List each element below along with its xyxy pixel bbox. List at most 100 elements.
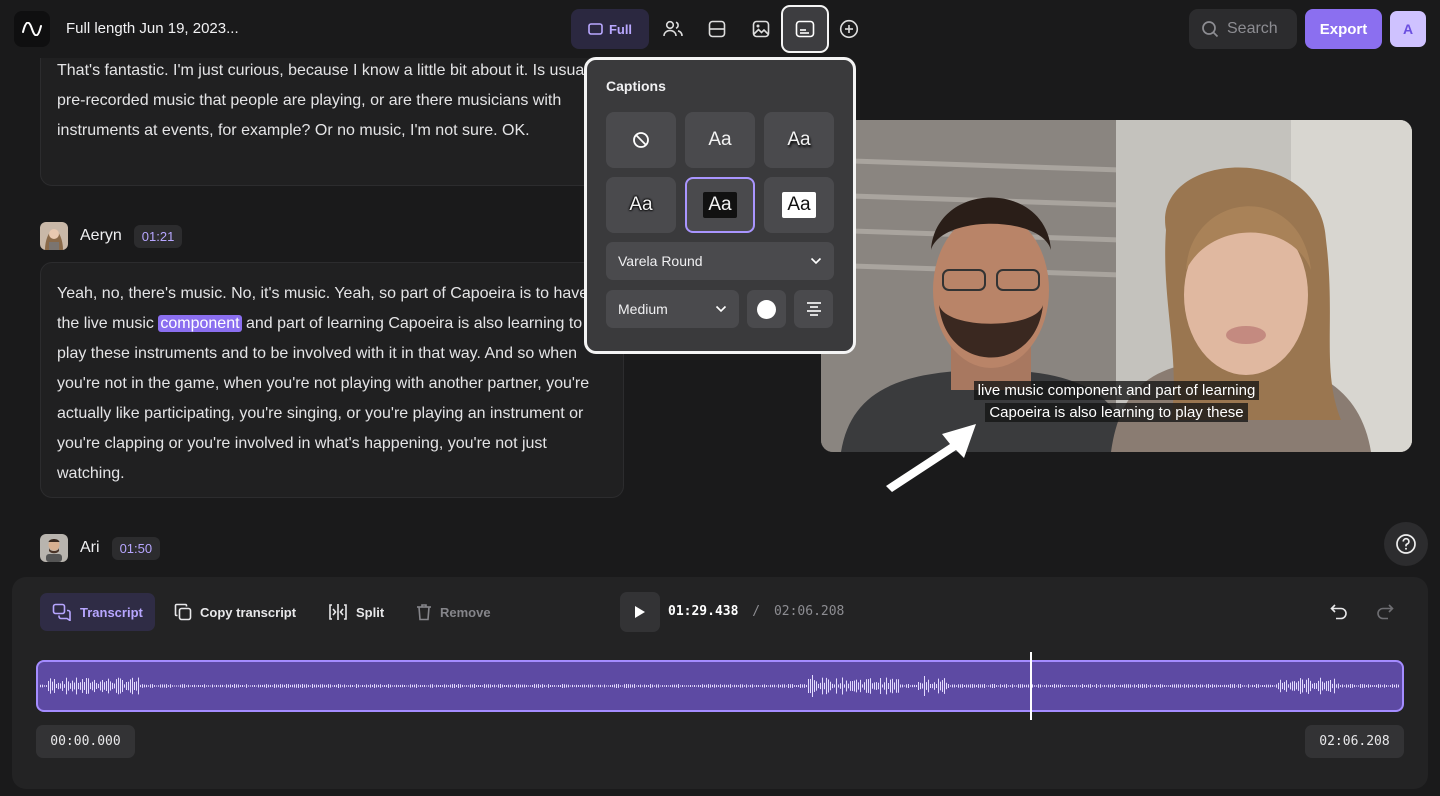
waveform-bar [780, 684, 781, 688]
waveform-bar [1022, 684, 1023, 688]
split-layout-button[interactable] [697, 9, 737, 49]
captions-button[interactable] [781, 5, 829, 53]
waveform-bar [1042, 685, 1043, 687]
waveform-bar [382, 685, 383, 687]
caption-style-light-box[interactable]: Aa [764, 177, 834, 233]
undo-button[interactable] [1322, 593, 1356, 631]
waveform-bar [950, 685, 951, 687]
audio-waveform-track[interactable] [36, 660, 1404, 712]
waveform-bar [220, 684, 221, 688]
transcript-text[interactable]: That's fantastic. I'm just curious, beca… [57, 62, 599, 139]
speaker-name[interactable]: Ari [80, 539, 100, 557]
user-avatar[interactable]: A [1390, 11, 1426, 47]
caption-style-plain[interactable]: Aa [685, 112, 755, 168]
waveform-bar [990, 684, 991, 688]
waveform-bar [308, 684, 309, 688]
waveform-bar [740, 684, 741, 688]
caption-style-shadow[interactable]: Aa [764, 112, 834, 168]
waveform-bar [1386, 684, 1387, 688]
waveform-bar [364, 685, 365, 687]
waveform-bar [726, 684, 727, 688]
waveform-bar [440, 684, 441, 688]
size-dropdown[interactable]: Medium [606, 290, 739, 328]
waveform-bar [650, 684, 651, 688]
waveform-bar [1396, 684, 1397, 688]
waveform-bar [182, 684, 183, 688]
waveform-bar [540, 684, 541, 688]
waveform-bar [1260, 685, 1261, 687]
waveform-bar [580, 685, 581, 687]
remove-button[interactable]: Remove [404, 593, 503, 631]
transcript-block[interactable]: Yeah, no, there's music. No, it's music.… [40, 262, 624, 498]
end-time-label: 02:06.208 [1305, 725, 1404, 758]
waveform-bar [772, 684, 773, 688]
waveform-bar [276, 684, 277, 688]
speakers-layout-button[interactable] [653, 9, 693, 49]
transcript-toggle-button[interactable]: Transcript [40, 593, 155, 631]
waveform-bar [868, 679, 869, 693]
waveform-bar [258, 684, 259, 688]
waveform-bar [858, 682, 859, 690]
export-button[interactable]: Export [1305, 9, 1382, 49]
waveform-bar [648, 685, 649, 687]
waveform-bar [766, 685, 767, 687]
app-logo[interactable] [14, 11, 50, 47]
waveform-bar [1254, 685, 1255, 687]
waveform-bar [192, 685, 193, 687]
waveform-bar [162, 684, 163, 688]
redo-button[interactable] [1368, 593, 1402, 631]
waveform-bar [1230, 684, 1231, 688]
timestamp-badge[interactable]: 01:50 [111, 536, 161, 560]
waveform-bar [1232, 684, 1233, 688]
waveform-bar [1110, 684, 1111, 688]
caption-style-outline[interactable]: Aa [606, 177, 676, 233]
waveform-bar [1098, 685, 1099, 687]
transcript-text[interactable]: and part of learning Capoeira is also le… [57, 315, 589, 482]
waveform-bar [586, 685, 587, 687]
highlighted-word[interactable]: component [158, 315, 242, 332]
caption-style-none[interactable] [606, 112, 676, 168]
person-photo-icon [40, 534, 68, 562]
waveform-bar [340, 684, 341, 688]
waveform-bar [714, 684, 715, 688]
alignment-button[interactable] [794, 290, 833, 328]
transcript-block[interactable]: That's fantastic. I'm just curious, beca… [40, 58, 624, 186]
timestamp-badge[interactable]: 01:21 [133, 224, 183, 248]
waveform-bar [994, 684, 995, 688]
waveform-bar [1284, 681, 1285, 691]
waveform-bar [402, 684, 403, 688]
waveform-bar [1298, 681, 1299, 691]
playhead[interactable] [1030, 652, 1032, 720]
waveform-bar [1010, 685, 1011, 687]
waveform-bar [1248, 684, 1249, 688]
full-layout-button[interactable]: Full [571, 9, 649, 49]
waveform-bar [566, 684, 567, 688]
waveform-bar [818, 683, 819, 689]
image-button[interactable] [741, 9, 781, 49]
waveform-bar [44, 685, 45, 687]
help-button[interactable] [1384, 522, 1428, 566]
waveform-bar [136, 681, 137, 691]
play-button[interactable] [620, 592, 660, 632]
waveform-bar [302, 684, 303, 688]
waveform-bar [1040, 684, 1041, 688]
document-title[interactable]: Full length Jun 19, 2023... [66, 20, 239, 37]
waveform-bar [986, 685, 987, 687]
font-dropdown[interactable]: Varela Round [606, 242, 834, 280]
split-button[interactable]: Split [316, 593, 396, 631]
color-picker-button[interactable] [747, 290, 786, 328]
copy-transcript-button[interactable]: Copy transcript [162, 593, 308, 631]
caption-style-dark-box[interactable]: Aa [685, 177, 755, 233]
video-preview[interactable]: live music component and part of learnin… [821, 120, 1412, 452]
speaker-name[interactable]: Aeryn [80, 227, 122, 245]
waveform-bar [100, 681, 101, 691]
waveform-bar [316, 684, 317, 688]
font-value: Varela Round [618, 253, 703, 269]
waveform-bar [46, 685, 47, 687]
add-element-button[interactable] [829, 9, 869, 49]
waveform-bar [568, 684, 569, 688]
waveform-bar [784, 684, 785, 688]
waveform-bar [1336, 684, 1337, 688]
search-box[interactable]: Search [1189, 9, 1297, 49]
waveform-bar [1048, 685, 1049, 687]
